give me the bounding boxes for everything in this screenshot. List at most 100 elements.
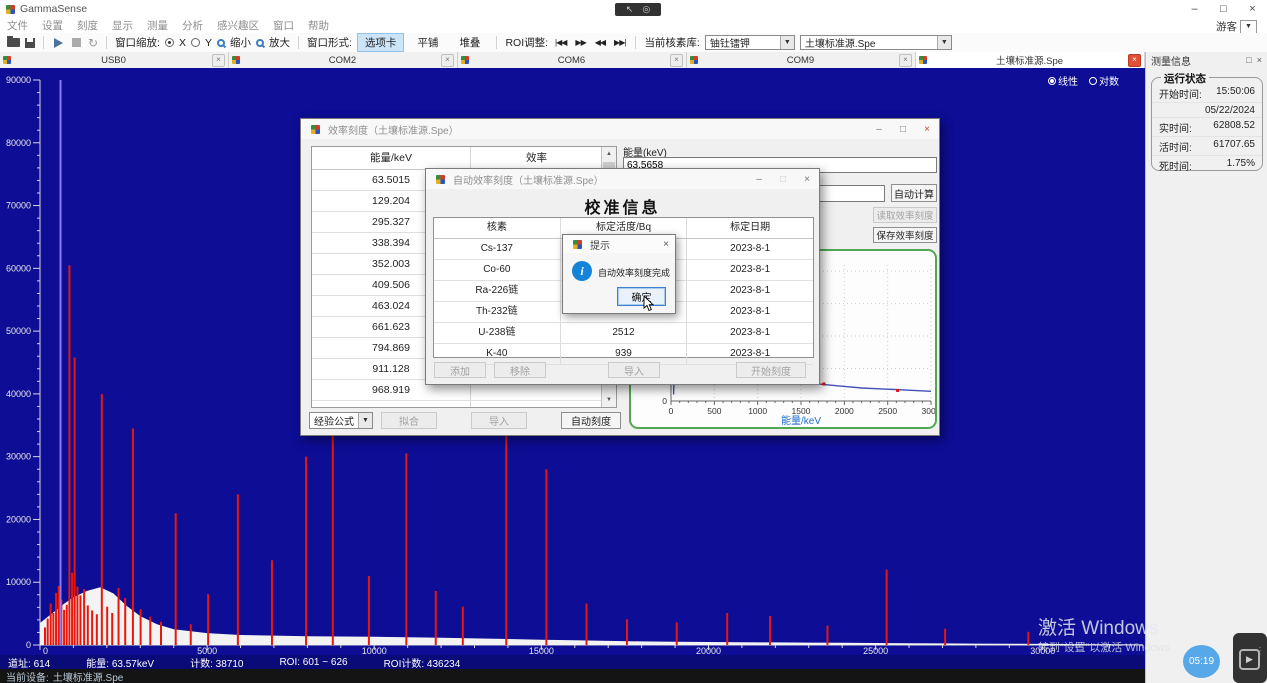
y-tick-label: 40000 (6, 389, 31, 399)
close-button[interactable]: × (795, 169, 819, 189)
form-tabs-button[interactable]: 选项卡 (357, 33, 405, 52)
x-tick-label: 0 (669, 406, 674, 416)
minimize-button[interactable]: – (747, 169, 771, 189)
menu-item-文件[interactable]: 文件 (7, 18, 28, 33)
menu-item-窗口[interactable]: 窗口 (273, 18, 294, 33)
menu-item-帮助[interactable]: 帮助 (308, 18, 329, 33)
scroll-up-icon[interactable]: ▲ (602, 147, 616, 161)
roi-first-icon[interactable]: |◀◀ (555, 38, 566, 47)
auto-calibrate-button[interactable]: 自动刻度 (561, 412, 621, 429)
x-tick-label: 1500 (792, 406, 811, 416)
maximize-button: □ (771, 169, 795, 189)
tab-close-icon[interactable]: × (212, 54, 225, 67)
nuclide-cell: Ra-226链 (434, 281, 561, 301)
maximize-button[interactable]: □ (1209, 0, 1238, 18)
status-value: 38710 (216, 659, 244, 670)
tab-COM2[interactable]: COM2× (229, 52, 458, 68)
panel-close-icon[interactable]: × (1257, 55, 1262, 65)
refresh-icon[interactable]: ↻ (88, 37, 98, 49)
save-efficiency-button[interactable]: 保存效率刻度 (873, 227, 937, 243)
start-calibration-button[interactable]: 开始刻度 (736, 362, 806, 378)
minimize-button[interactable]: – (1180, 0, 1209, 18)
tab-close-icon[interactable]: × (441, 54, 454, 67)
import-button[interactable]: 导入 (471, 412, 527, 429)
window-form-label: 窗口形式: (307, 35, 352, 50)
spectrum-file-select[interactable]: 土壤标准源.Spe ▼ (800, 35, 952, 50)
zoom-out-icon[interactable] (217, 39, 225, 47)
status-segment: ROI: 601 ~ 626 (279, 657, 347, 668)
tab-COM6[interactable]: COM6× (458, 52, 687, 68)
menu-item-感兴趣区[interactable]: 感兴趣区 (217, 18, 259, 33)
menu-item-设置[interactable]: 设置 (42, 18, 63, 33)
menu-item-分析[interactable]: 分析 (182, 18, 203, 33)
tab-COM9[interactable]: COM9× (687, 52, 916, 68)
mouse-cursor (643, 296, 655, 313)
roi-backward-icon[interactable]: ◀◀ (595, 38, 605, 47)
read-efficiency-button[interactable]: 读取效率刻度 (873, 207, 937, 223)
scroll-down-icon[interactable]: ▼ (602, 393, 616, 407)
dropdown-icon[interactable]: ▼ (937, 36, 951, 49)
auto-dialog-titlebar[interactable]: 自动效率刻度（土壤标准源.Spe） – □ × (426, 169, 819, 189)
remove-button[interactable]: 移除 (494, 362, 546, 378)
zoom-in-icon[interactable] (256, 39, 264, 47)
user-box[interactable]: 游客 ▼ (1216, 19, 1257, 34)
auto-calc-button[interactable]: 自动计算 (891, 184, 937, 202)
save-icon[interactable] (25, 38, 35, 48)
roi-forward-icon[interactable]: ▶▶ (575, 38, 585, 47)
activate-windows-subtext: 转到“设置”以激活 Windows (1038, 639, 1170, 655)
tab-close-icon[interactable]: × (899, 54, 912, 67)
tab-USB0[interactable]: USB0× (0, 52, 229, 68)
dropdown-icon[interactable]: ▼ (780, 36, 794, 49)
close-icon[interactable]: × (657, 239, 675, 250)
tab-close-icon[interactable]: × (1128, 54, 1141, 67)
menu-item-测量[interactable]: 测量 (147, 18, 168, 33)
recorder-control-box[interactable]: ▶ ⋮ (1233, 633, 1267, 683)
zoom-y-radio[interactable] (191, 38, 200, 47)
minimize-button[interactable]: – (867, 119, 891, 139)
roi-last-icon[interactable]: ▶▶| (614, 38, 625, 47)
formula-select[interactable]: 经验公式 ▼ (309, 412, 373, 429)
user-label: 游客 (1216, 19, 1237, 34)
x-tick-label: 1000 (748, 406, 767, 416)
form-tile-button[interactable]: 平铺 (409, 33, 446, 52)
start-acquisition-icon[interactable] (54, 38, 63, 48)
x-tick-label: 3000 (922, 406, 935, 416)
capture-cursor-icon[interactable]: ↖ (626, 5, 634, 14)
user-dropdown-icon[interactable]: ▼ (1240, 20, 1257, 34)
ok-button[interactable]: 确定 (617, 287, 666, 306)
dropdown-icon[interactable]: ▼ (358, 413, 372, 428)
stop-acquisition-icon[interactable] (72, 38, 81, 47)
zoom-in-button[interactable]: 放大 (269, 35, 290, 50)
nuclide-library-select[interactable]: 铀钍镭钾 ▼ (705, 35, 795, 50)
zoom-x-radio[interactable] (165, 38, 174, 47)
recorder-more-icon[interactable]: ⋮ (1255, 648, 1265, 655)
run-status-value: 15:50:06 (1216, 86, 1255, 101)
close-button[interactable]: × (915, 119, 939, 139)
menu-item-刻度[interactable]: 刻度 (77, 18, 98, 33)
linear-scale-radio[interactable] (1048, 77, 1056, 85)
efficiency-dialog-titlebar[interactable]: 效率刻度（土壤标准源.Spe） – □ × (301, 119, 939, 139)
table-row[interactable]: U-238链25122023-8-1 (434, 323, 813, 344)
fit-button[interactable]: 拟合 (381, 412, 437, 429)
menu-item-显示[interactable]: 显示 (112, 18, 133, 33)
screen-capture-pill[interactable]: ↖ ◎ (615, 3, 661, 16)
form-stack-button[interactable]: 堆叠 (451, 33, 488, 52)
close-button[interactable]: × (1238, 0, 1267, 18)
log-scale-radio[interactable] (1089, 77, 1097, 85)
x-tick-label: 500 (707, 406, 721, 416)
activate-windows-watermark: 激活 Windows (1038, 613, 1158, 640)
recording-timer-badge[interactable]: 05:19 (1183, 645, 1220, 678)
import-button[interactable]: 导入 (608, 362, 660, 378)
table-row[interactable]: 1000.970.0153726 (312, 401, 616, 408)
add-button[interactable]: 添加 (434, 362, 486, 378)
capture-record-icon[interactable]: ◎ (642, 5, 650, 14)
panel-float-icon[interactable]: □ (1246, 55, 1251, 65)
app-icon (461, 56, 469, 64)
message-box-titlebar[interactable]: 提示 × (563, 235, 675, 253)
toolbar-separator (496, 36, 497, 49)
maximize-button[interactable]: □ (891, 119, 915, 139)
open-file-icon[interactable] (7, 38, 20, 47)
zoom-out-button[interactable]: 缩小 (230, 35, 251, 50)
tab-close-icon[interactable]: × (670, 54, 683, 67)
tab-土壤标准源.Spe[interactable]: 土壤标准源.Spe× (916, 52, 1145, 68)
